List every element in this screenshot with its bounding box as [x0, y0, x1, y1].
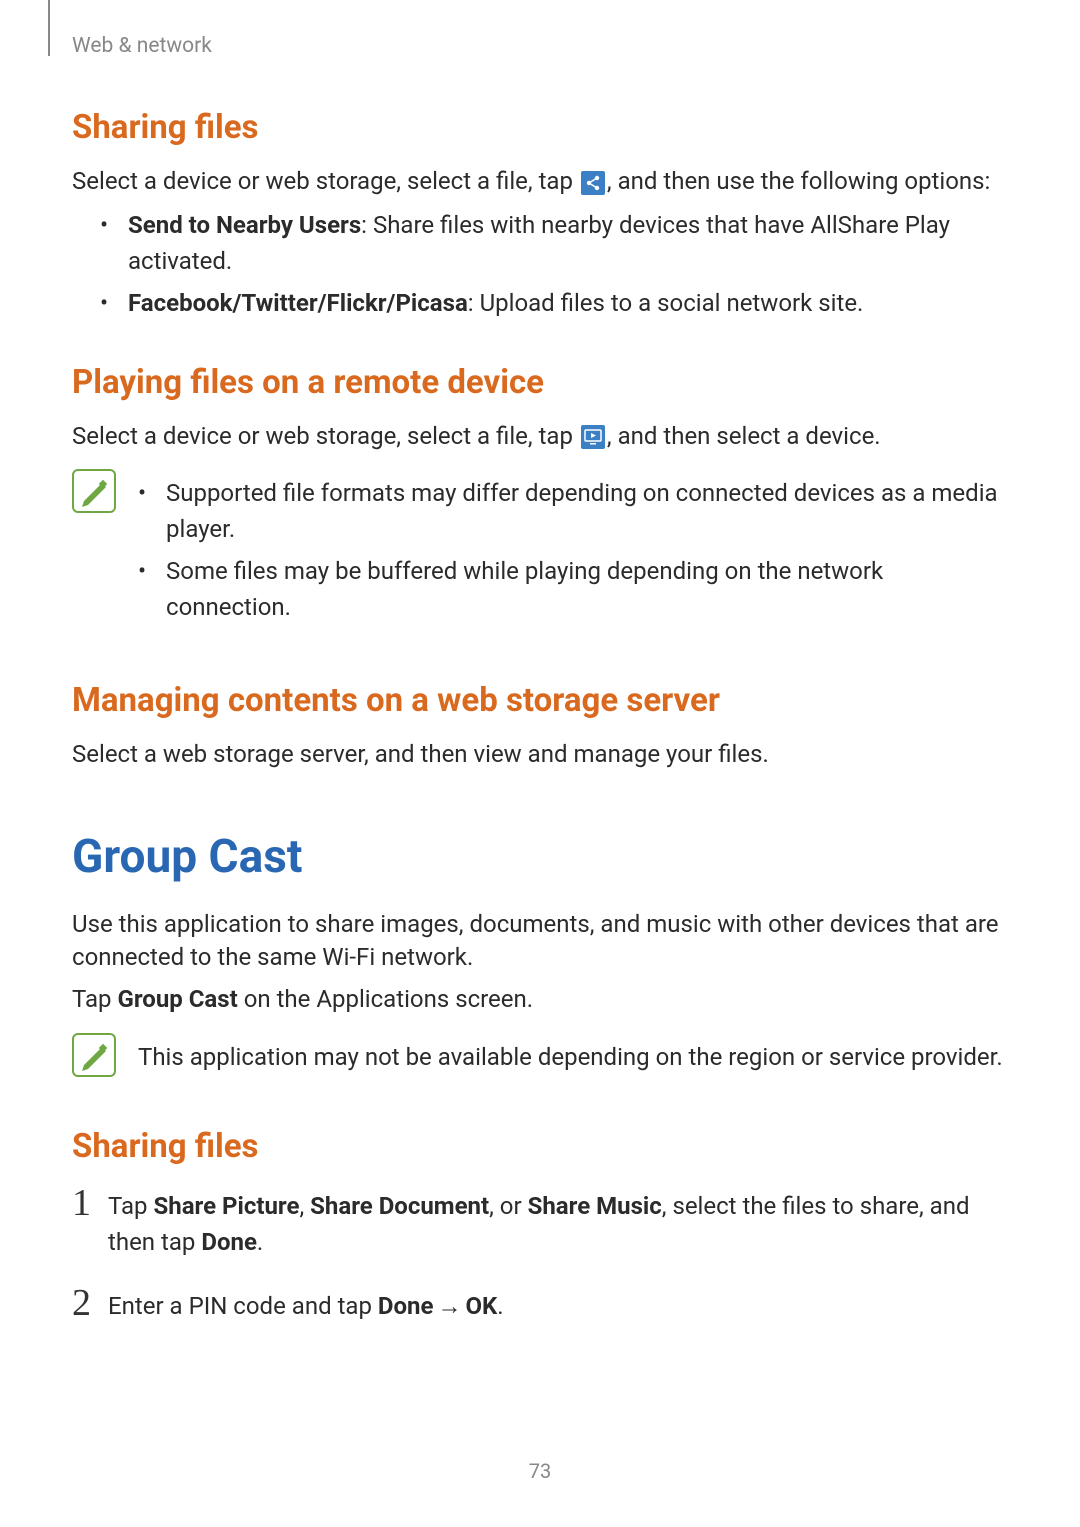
section-heading-managing-web-storage: Managing contents on a web storage serve… — [72, 681, 1008, 720]
page-header: Web & network — [72, 34, 212, 58]
note-box-formats: Supported file formats may differ depend… — [72, 467, 1008, 631]
text-fragment: , and then use the following options: — [607, 167, 990, 195]
text-fragment: , and then select a device. — [607, 422, 881, 450]
text-fragment: Select a device or web storage, select a… — [72, 167, 579, 195]
main-heading-group-cast: Group Cast — [72, 830, 1008, 884]
text-fragment: , or — [489, 1192, 527, 1220]
page-content: Sharing files Select a device or web sto… — [72, 108, 1008, 1348]
list-item: Supported file formats may differ depend… — [138, 475, 1008, 547]
bold-text: Share Picture — [153, 1192, 299, 1220]
note-text: This application may not be available de… — [138, 1031, 1008, 1075]
note-content: This application may not be available de… — [138, 1031, 1008, 1075]
section-heading-sharing-files-1: Sharing files — [72, 108, 1008, 147]
page-number: 73 — [0, 1459, 1080, 1483]
step-text: Tap Share Picture, Share Document, or Sh… — [108, 1184, 1008, 1260]
text-fragment: . — [257, 1228, 263, 1256]
section-heading-playing-remote: Playing files on a remote device — [72, 363, 1008, 402]
step-number: 2 — [72, 1284, 108, 1322]
bold-text: OK — [465, 1292, 497, 1320]
bold-text: Share Document — [310, 1192, 489, 1220]
list-item: Some files may be buffered while playing… — [138, 553, 1008, 625]
note-pencil-icon — [72, 1033, 116, 1077]
section-heading-sharing-files-2: Sharing files — [72, 1127, 1008, 1166]
page-border-mark — [48, 0, 50, 56]
text-fragment: Enter a PIN code and tap — [108, 1292, 378, 1320]
option-name: Send to Nearby Users — [128, 211, 361, 239]
text-fragment: , — [299, 1192, 310, 1220]
text-fragment: Tap — [108, 1192, 153, 1220]
list-item: Send to Nearby Users: Share files with n… — [100, 207, 1008, 279]
list-item: Facebook/Twitter/Flickr/Picasa: Upload f… — [100, 285, 1008, 321]
sharing-options-list: Send to Nearby Users: Share files with n… — [100, 207, 1008, 321]
note-bullets: Supported file formats may differ depend… — [138, 475, 1008, 625]
text-fragment: Tap — [72, 985, 117, 1013]
text-fragment: . — [497, 1292, 503, 1320]
note-box-availability: This application may not be available de… — [72, 1031, 1008, 1077]
text-fragment: Select a device or web storage, select a… — [72, 422, 579, 450]
bold-text: Share Music — [528, 1192, 662, 1220]
cast-screen-icon — [581, 425, 605, 449]
option-desc: : Upload files to a social network site. — [468, 289, 864, 317]
note-content: Supported file formats may differ depend… — [138, 467, 1008, 631]
managing-body: Select a web storage server, and then vi… — [72, 738, 1008, 772]
step-item: 2 Enter a PIN code and tap Done → OK. — [72, 1284, 1008, 1324]
bold-text: Done — [378, 1292, 434, 1320]
share-icon — [581, 171, 605, 195]
text-fragment: on the Applications screen. — [238, 985, 533, 1013]
step-number: 1 — [72, 1184, 108, 1222]
step-text: Enter a PIN code and tap Done → OK. — [108, 1284, 504, 1324]
steps-list: 1 Tap Share Picture, Share Document, or … — [72, 1184, 1008, 1324]
arrow-icon: → — [437, 1288, 461, 1324]
playing-remote-intro: Select a device or web storage, select a… — [72, 420, 1008, 454]
option-name: Facebook/Twitter/Flickr/Picasa — [128, 289, 468, 317]
group-cast-body: Use this application to share images, do… — [72, 908, 1008, 975]
app-name-bold: Group Cast — [117, 985, 237, 1013]
bold-text: Done — [201, 1228, 257, 1256]
note-pencil-icon — [72, 469, 116, 513]
sharing-files-intro: Select a device or web storage, select a… — [72, 165, 1008, 199]
group-cast-tap: Tap Group Cast on the Applications scree… — [72, 983, 1008, 1017]
step-item: 1 Tap Share Picture, Share Document, or … — [72, 1184, 1008, 1260]
